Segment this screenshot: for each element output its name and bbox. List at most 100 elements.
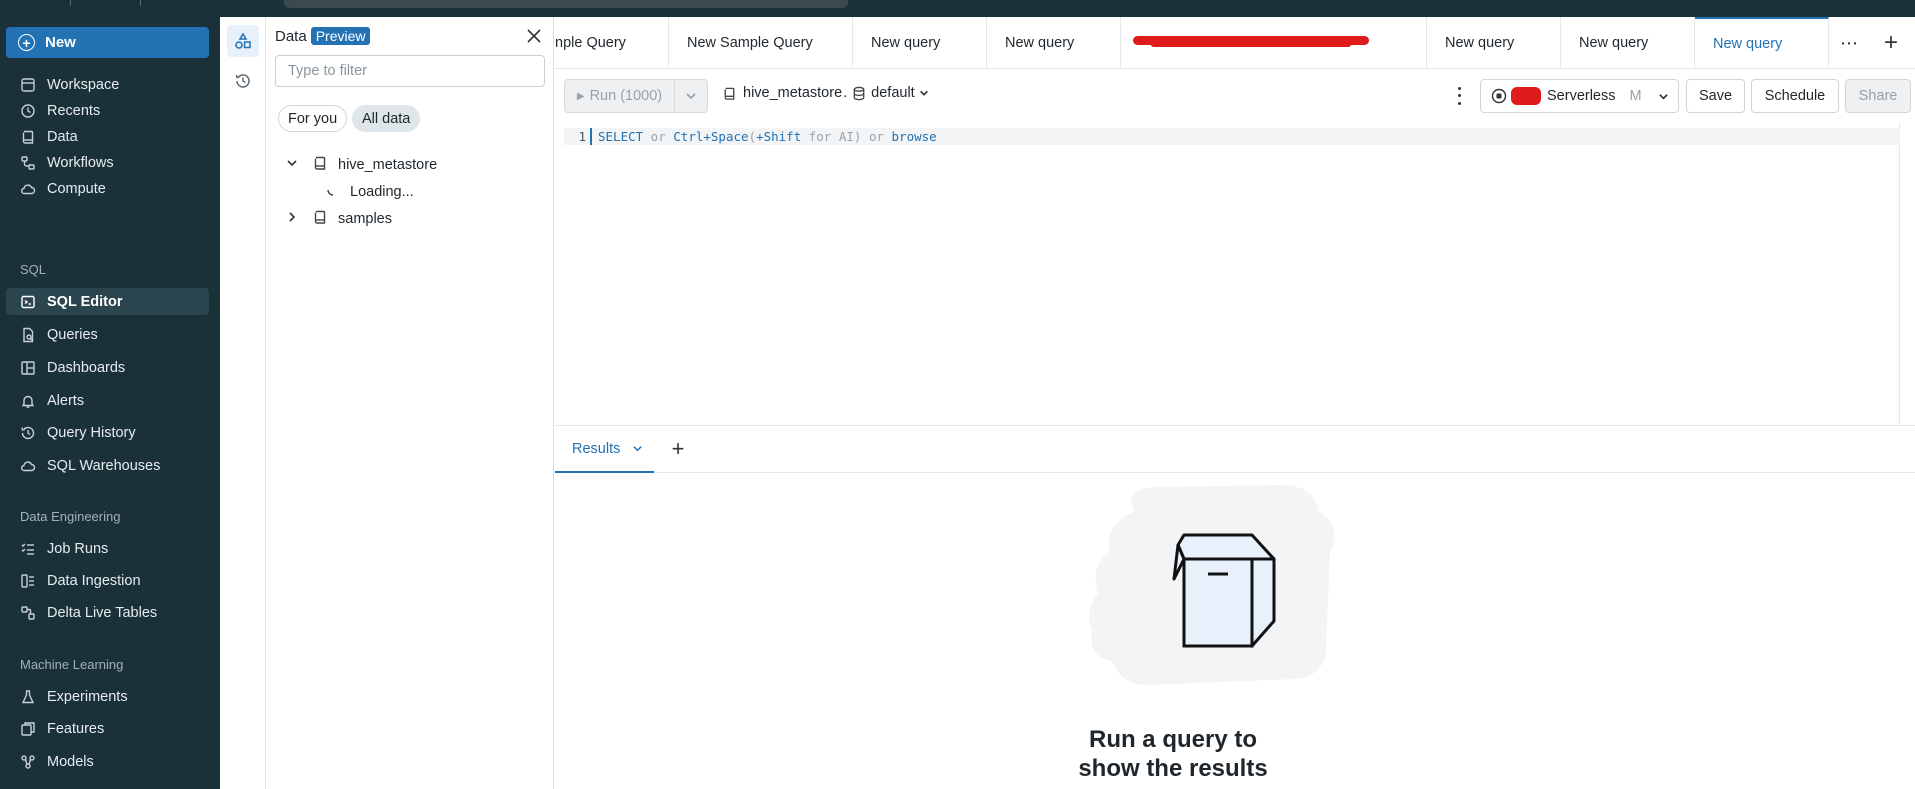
global-search-bar[interactable] <box>284 0 848 8</box>
editor-toolbar: ▶ Run (1000) hive_metastore . default Se… <box>555 69 1915 123</box>
query-file-icon <box>20 327 36 343</box>
warehouse-name: Serverless <box>1547 88 1616 104</box>
browse-link[interactable]: browse <box>892 129 937 144</box>
sidebar-item-models[interactable]: Models <box>6 748 209 775</box>
tree-loading-row: Loading... <box>326 180 414 204</box>
run-button[interactable]: ▶ Run (1000) <box>564 79 675 113</box>
query-tab[interactable]: New query <box>853 17 987 68</box>
sidebar-item-label: SQL Editor <box>47 293 123 310</box>
sidebar-item-recents[interactable]: Recents <box>6 97 209 124</box>
query-tab-label: New query <box>1445 35 1515 51</box>
data-panel-title: Data <box>275 27 307 45</box>
query-tab[interactable]: nple Query <box>555 17 669 68</box>
results-empty-state: Run a query to show the results <box>555 473 1915 789</box>
warehouse-selector[interactable]: Serverless M <box>1480 79 1679 113</box>
editor-line[interactable]: 1 SELECT or Ctrl+Space ( +Shift for AI) … <box>564 128 1900 145</box>
chevron-down-icon[interactable] <box>286 157 298 173</box>
sidebar-section-machine-learning: Machine Learning <box>20 657 124 672</box>
catalog-name: hive_metastore <box>743 85 843 101</box>
hint-token: for AI) or <box>801 129 892 144</box>
pipeline-icon <box>20 605 36 621</box>
new-tab-button[interactable]: + <box>1877 29 1905 57</box>
sidebar-item-experiments[interactable]: Experiments <box>6 683 209 710</box>
plus-icon: + <box>671 436 685 461</box>
sql-editor[interactable]: 1 SELECT or Ctrl+Space ( +Shift for AI) … <box>555 123 1900 425</box>
history-icon <box>235 74 250 88</box>
query-tab[interactable]: New query <box>1427 17 1561 68</box>
query-tab[interactable]: New Sample Query <box>669 17 853 68</box>
ingestion-icon <box>20 573 36 589</box>
sidebar-item-features[interactable]: Features <box>6 715 209 742</box>
more-options-button[interactable] <box>1449 85 1469 107</box>
sidebar-section-data-engineering: Data Engineering <box>20 509 121 524</box>
models-icon <box>20 754 36 770</box>
catalog-schema-selector[interactable]: hive_metastore . default <box>722 85 929 101</box>
empty-state-message: Run a query to show the results <box>1078 726 1268 782</box>
sidebar-item-query-history[interactable]: Query History <box>6 419 209 446</box>
sidebar-item-sql-editor[interactable]: SQL Editor <box>6 288 209 315</box>
catalog-icon <box>312 209 328 229</box>
sidebar-item-workflows[interactable]: Workflows <box>6 149 209 176</box>
sidebar-item-label: Workspace <box>47 76 120 93</box>
sidebar-item-label: Delta Live Tables <box>47 604 158 621</box>
tree-item-label: samples <box>338 211 392 227</box>
sidebar-item-label: Experiments <box>47 688 128 705</box>
sidebar-item-job-runs[interactable]: Job Runs <box>6 535 209 562</box>
loading-label: Loading... <box>350 184 414 200</box>
list-check-icon <box>20 541 36 557</box>
sidebar-item-alerts[interactable]: Alerts <box>6 387 209 414</box>
empty-box-illustration <box>1089 485 1334 686</box>
sidebar-item-label: Alerts <box>47 392 85 409</box>
sidebar-item-dashboards[interactable]: Dashboards <box>6 354 209 381</box>
results-tab[interactable]: Results <box>555 426 654 473</box>
hint-token: Ctrl+Space <box>673 129 749 144</box>
results-tab-bar: Results + <box>555 425 1915 473</box>
results-tab-label: Results <box>572 440 621 457</box>
sidebar-item-data-ingestion[interactable]: Data Ingestion <box>6 567 209 594</box>
filter-input[interactable] <box>275 55 545 87</box>
schema-name: default <box>871 85 915 101</box>
more-tabs-button[interactable]: ⋯ <box>1835 29 1863 57</box>
sidebar-item-label: Recents <box>47 102 101 119</box>
side-panel-rail <box>220 17 266 789</box>
history-icon <box>20 425 36 441</box>
tree-item-hive-metastore[interactable]: hive_metastore <box>286 153 437 177</box>
clock-icon <box>20 103 36 119</box>
query-tab[interactable]: New query <box>987 17 1121 68</box>
data-panel-header: Data Preview <box>275 27 371 45</box>
hint-token: SELECT <box>598 129 644 144</box>
line-number: 1 <box>564 128 592 145</box>
sidebar-item-data[interactable]: Data <box>6 123 209 150</box>
chevron-right-icon[interactable] <box>286 211 298 227</box>
features-icon <box>20 721 36 737</box>
pill-all-data[interactable]: All data <box>352 105 421 132</box>
new-button[interactable]: + New <box>6 27 209 58</box>
save-button[interactable]: Save <box>1686 79 1745 113</box>
query-tab[interactable]: New query <box>1561 17 1695 68</box>
new-button-label: New <box>45 34 76 51</box>
sidebar-item-sql-warehouses[interactable]: SQL Warehouses <box>6 452 209 479</box>
tree-item-samples[interactable]: samples <box>286 207 392 231</box>
query-tab-active[interactable]: New query <box>1695 17 1829 68</box>
close-panel-button[interactable] <box>525 27 543 45</box>
pill-for-you[interactable]: For you <box>278 105 348 132</box>
run-options-dropdown[interactable] <box>674 79 708 113</box>
query-tab-redacted[interactable] <box>1121 17 1427 68</box>
top-bar-divider <box>70 0 71 6</box>
sidebar-item-workspace[interactable]: Workspace <box>6 71 209 98</box>
sidebar-item-compute[interactable]: Compute <box>6 175 209 202</box>
sidebar-item-label: Data <box>47 128 78 145</box>
sidebar-item-delta-live-tables[interactable]: Delta Live Tables <box>6 599 209 626</box>
schema-browser-toggle[interactable] <box>227 25 259 57</box>
sidebar-item-queries[interactable]: Queries <box>6 321 209 348</box>
history-panel-toggle[interactable] <box>227 65 259 97</box>
schedule-button[interactable]: Schedule <box>1751 79 1839 113</box>
add-visualization-button[interactable]: + <box>665 436 691 462</box>
chevron-down-icon[interactable] <box>632 443 643 454</box>
data-browser-panel: Data Preview For you All data hive_metas… <box>266 17 554 789</box>
share-button[interactable]: Share <box>1845 79 1911 113</box>
hint-token: or <box>643 129 674 144</box>
play-icon: ▶ <box>576 90 585 102</box>
plus-circle-icon: + <box>18 34 35 51</box>
query-tab-label: New query <box>1713 36 1783 52</box>
